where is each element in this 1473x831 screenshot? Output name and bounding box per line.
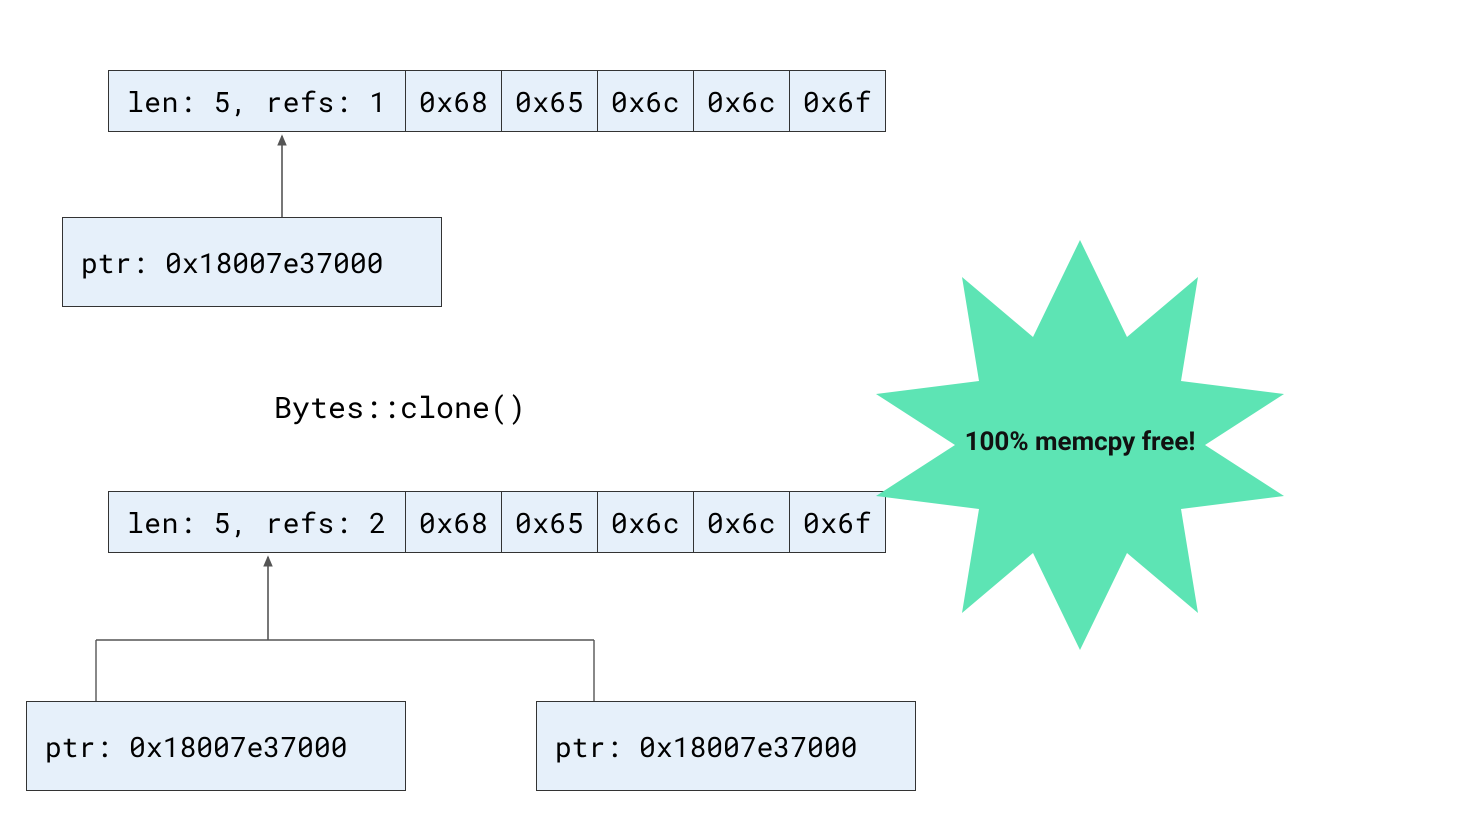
starburst-icon: 100% memcpy free! <box>820 230 1340 660</box>
starburst-text: 100% memcpy free! <box>965 427 1196 457</box>
